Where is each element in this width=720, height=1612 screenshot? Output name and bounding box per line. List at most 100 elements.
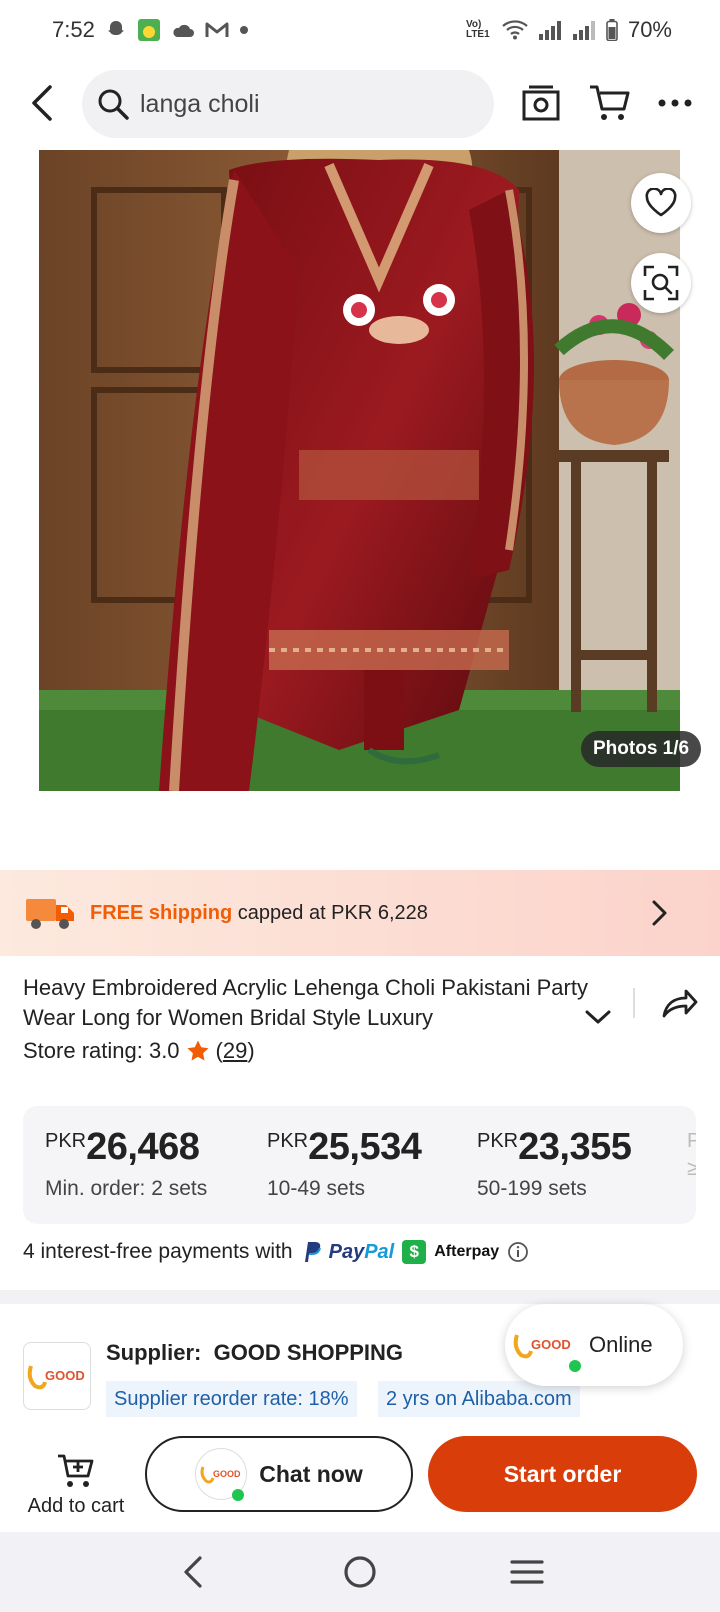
good-shopping-logo-icon: GOOD [200, 1466, 241, 1484]
signal-icon-2 [572, 20, 596, 40]
cart-icon [590, 85, 630, 120]
photo-counter-badge[interactable]: Photos 1/6 [581, 731, 702, 767]
nav-home-icon [344, 1556, 376, 1588]
search-icon [98, 89, 129, 120]
image-search-button[interactable] [631, 253, 691, 313]
installment-payments: 4 interest-free payments with PayPal $ A… [23, 1240, 529, 1264]
notification-dot-icon [239, 25, 249, 35]
camera-search-button[interactable] [516, 78, 566, 128]
nav-back-icon [184, 1556, 202, 1588]
product-image-illustration [39, 150, 680, 791]
chat-now-button[interactable]: GOOD Chat now [145, 1436, 413, 1512]
cart-button[interactable] [584, 78, 634, 128]
free-shipping-banner[interactable]: FREE shipping capped at PKR 6,228 [0, 870, 720, 956]
image-search-icon [643, 265, 679, 301]
paypal-label-b: Pal [364, 1240, 395, 1263]
star-icon [187, 1040, 209, 1061]
favorite-button[interactable] [631, 173, 691, 233]
divider [633, 988, 635, 1018]
game-app-icon [137, 18, 161, 42]
more-options-button[interactable] [650, 78, 700, 128]
cloud-icon [171, 21, 195, 39]
supplier-reorder-tag: Supplier reorder rate: 18% [106, 1381, 357, 1417]
supplier-label: Supplier: [106, 1340, 202, 1365]
rating-count: 29 [222, 1038, 248, 1063]
more-icon [658, 99, 692, 107]
nav-menu-icon [510, 1560, 544, 1584]
price-tier-quantity: 50-199 sets [477, 1177, 587, 1200]
price-tier-partial: P ≥ [687, 1126, 696, 1181]
delivery-truck-icon [26, 899, 74, 929]
price-tier: PKR25,534 10-49 sets [267, 1126, 422, 1201]
gmail-icon [205, 21, 229, 39]
chevron-right-icon [652, 900, 667, 926]
price-tier: PKR23,355 50-199 sets [477, 1126, 632, 1201]
add-to-cart-label: Add to cart [27, 1495, 125, 1517]
search-query: langa choli [140, 89, 260, 118]
price-tier: PKR26,468 Min. order: 2 sets [45, 1126, 207, 1201]
system-nav-bar [0, 1532, 720, 1612]
price-currency: PKR [45, 1130, 87, 1152]
store-rating-label: Store rating: 3.0 [23, 1038, 180, 1063]
chat-avatar-text: GOOD [213, 1469, 241, 1479]
status-time: 7:52 [52, 17, 95, 42]
price-amount: 25,534 [308, 1126, 422, 1168]
share-icon[interactable] [660, 984, 698, 1022]
nav-home-button[interactable] [330, 1542, 390, 1602]
price-amount: 23,355 [518, 1126, 632, 1168]
start-order-button[interactable]: Start order [428, 1436, 697, 1512]
status-right: Vo) LTE1 70% [466, 17, 672, 43]
price-currency: PKR [267, 1130, 309, 1152]
nav-recents-button[interactable] [497, 1542, 557, 1602]
paypal-logo-icon [304, 1242, 321, 1262]
search-input[interactable]: langa choli [82, 70, 494, 138]
paypal-label-a: Pay [328, 1240, 365, 1263]
good-shopping-logo-icon: GOOD [513, 1334, 571, 1359]
online-logo-text: GOOD [531, 1337, 571, 1352]
top-header: langa choli [0, 64, 720, 146]
volte-label: Vo) LTE1 [465, 19, 490, 40]
rating-paren-close: ) [247, 1038, 255, 1063]
battery-level: 70% [627, 17, 672, 42]
store-rating: Store rating: 3.0 (29) [23, 1038, 255, 1064]
back-arrow-icon [32, 85, 52, 121]
add-to-cart-button[interactable]: Add to cart [18, 1440, 134, 1518]
chat-now-label: Chat now [259, 1460, 363, 1487]
camera-icon [522, 85, 560, 121]
afterpay-logo-icon: $ [402, 1240, 427, 1264]
shipping-text: FREE shipping capped at PKR 6,228 [90, 902, 428, 925]
nav-back-button[interactable] [163, 1542, 223, 1602]
paypal-label: PayPal [329, 1241, 395, 1264]
supplier-avatar: GOOD [195, 1448, 248, 1501]
supplier-logo-text: GOOD [45, 1368, 85, 1383]
free-shipping-highlight: FREE shipping [90, 901, 233, 924]
supplier-online-badge[interactable]: GOOD Online [505, 1304, 683, 1386]
battery-icon [606, 19, 618, 41]
online-status: Online [589, 1332, 653, 1357]
wifi-icon [502, 20, 528, 40]
price-currency: P [687, 1130, 696, 1152]
online-indicator-dot [569, 1360, 581, 1372]
supplier-logo[interactable]: GOOD [23, 1342, 91, 1410]
price-tier-quantity: Min. order: 2 sets [45, 1177, 208, 1200]
chevron-down-icon[interactable] [583, 1004, 613, 1030]
product-photo[interactable] [39, 150, 680, 791]
price-tier-quantity: ≥ [687, 1157, 696, 1180]
price-amount: 26,468 [86, 1126, 200, 1168]
price-currency: PKR [477, 1130, 519, 1152]
afterpay-label: Afterpay [434, 1243, 500, 1260]
supplier-name-line[interactable]: Supplier: GOOD SHOPPING [106, 1340, 403, 1366]
shipping-cap-text: capped at PKR 6,228 [232, 901, 428, 924]
rating-count-link[interactable]: (29) [216, 1038, 255, 1064]
status-bar: 7:52 Vo) LTE1 70% [0, 0, 720, 60]
price-tier-quantity: 10-49 sets [267, 1177, 366, 1200]
heart-icon [645, 188, 677, 217]
back-button[interactable] [18, 78, 68, 128]
price-tiers-panel[interactable]: PKR26,468 Min. order: 2 sets PKR25,534 1… [23, 1106, 696, 1224]
info-icon[interactable] [507, 1241, 529, 1263]
section-divider [0, 1290, 720, 1304]
online-indicator-dot [232, 1489, 245, 1501]
product-title: Heavy Embroidered Acrylic Lehenga Choli … [23, 975, 588, 1030]
add-cart-icon [58, 1454, 94, 1487]
supplier-years-tag: 2 yrs on Alibaba.com [378, 1381, 580, 1417]
